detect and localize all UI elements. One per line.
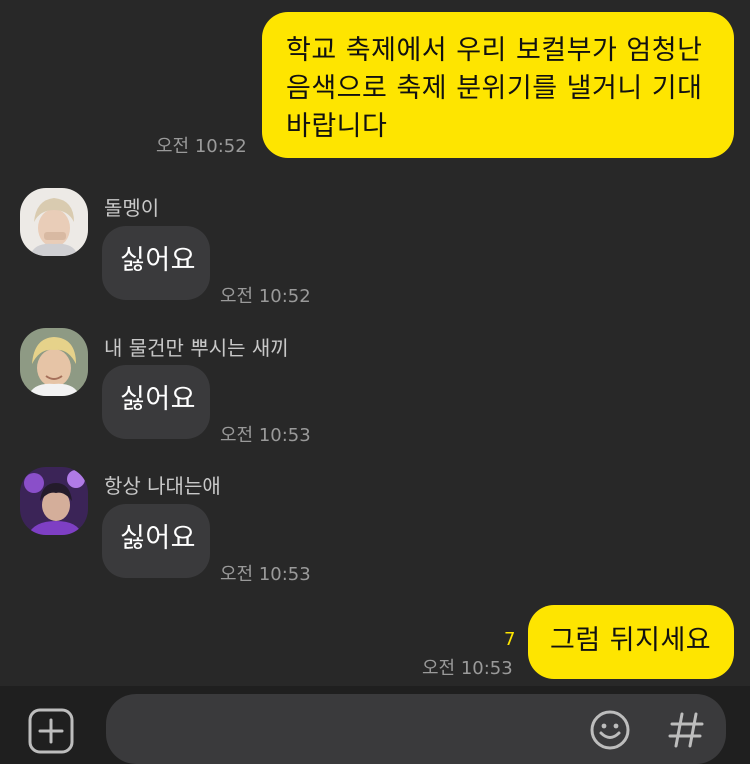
message-text: 학교 축제에서 우리 보컬부가 엄청난 음색으로 축제 분위기를 낼거니 기대 … (286, 35, 703, 142)
message-text: 그럼 뒤지세요 (550, 625, 712, 656)
message-text: 싫어요 (120, 384, 197, 415)
unread-count: 7 (504, 629, 516, 650)
my-message-bubble[interactable]: 학교 축제에서 우리 보컬부가 엄청난 음색으로 축제 분위기를 낼거니 기대 … (262, 12, 734, 158)
emoji-button[interactable] (588, 708, 632, 752)
other-message-bubble[interactable]: 싫어요 (102, 504, 210, 578)
message-text: 싫어요 (120, 523, 197, 554)
other-message-bubble[interactable]: 싫어요 (102, 365, 210, 439)
hashtag-button[interactable] (666, 708, 706, 752)
message-time: 오전 10:53 (220, 425, 311, 446)
message-time: 오전 10:53 (422, 658, 513, 679)
profile-photo (20, 467, 88, 535)
message-time: 오전 10:53 (220, 564, 311, 585)
profile-photo (20, 188, 88, 256)
avatar[interactable] (20, 328, 88, 396)
sender-name: 항상 나대는애 (104, 474, 221, 498)
message-input[interactable] (106, 694, 726, 764)
my-message-bubble[interactable]: 그럼 뒤지세요 (528, 605, 734, 679)
avatar[interactable] (20, 188, 88, 256)
smiley-icon (590, 710, 630, 750)
sender-name: 내 물건만 뿌시는 새끼 (104, 336, 289, 360)
plus-square-icon (28, 708, 74, 754)
other-message-bubble[interactable]: 싫어요 (102, 226, 210, 300)
sender-name: 돌멩이 (104, 196, 160, 220)
avatar[interactable] (20, 467, 88, 535)
hashtag-icon (668, 712, 704, 748)
message-text: 싫어요 (120, 245, 197, 276)
profile-photo (20, 328, 88, 396)
message-time: 오전 10:52 (156, 136, 247, 157)
message-time: 오전 10:52 (220, 286, 311, 307)
add-button[interactable] (28, 708, 74, 754)
